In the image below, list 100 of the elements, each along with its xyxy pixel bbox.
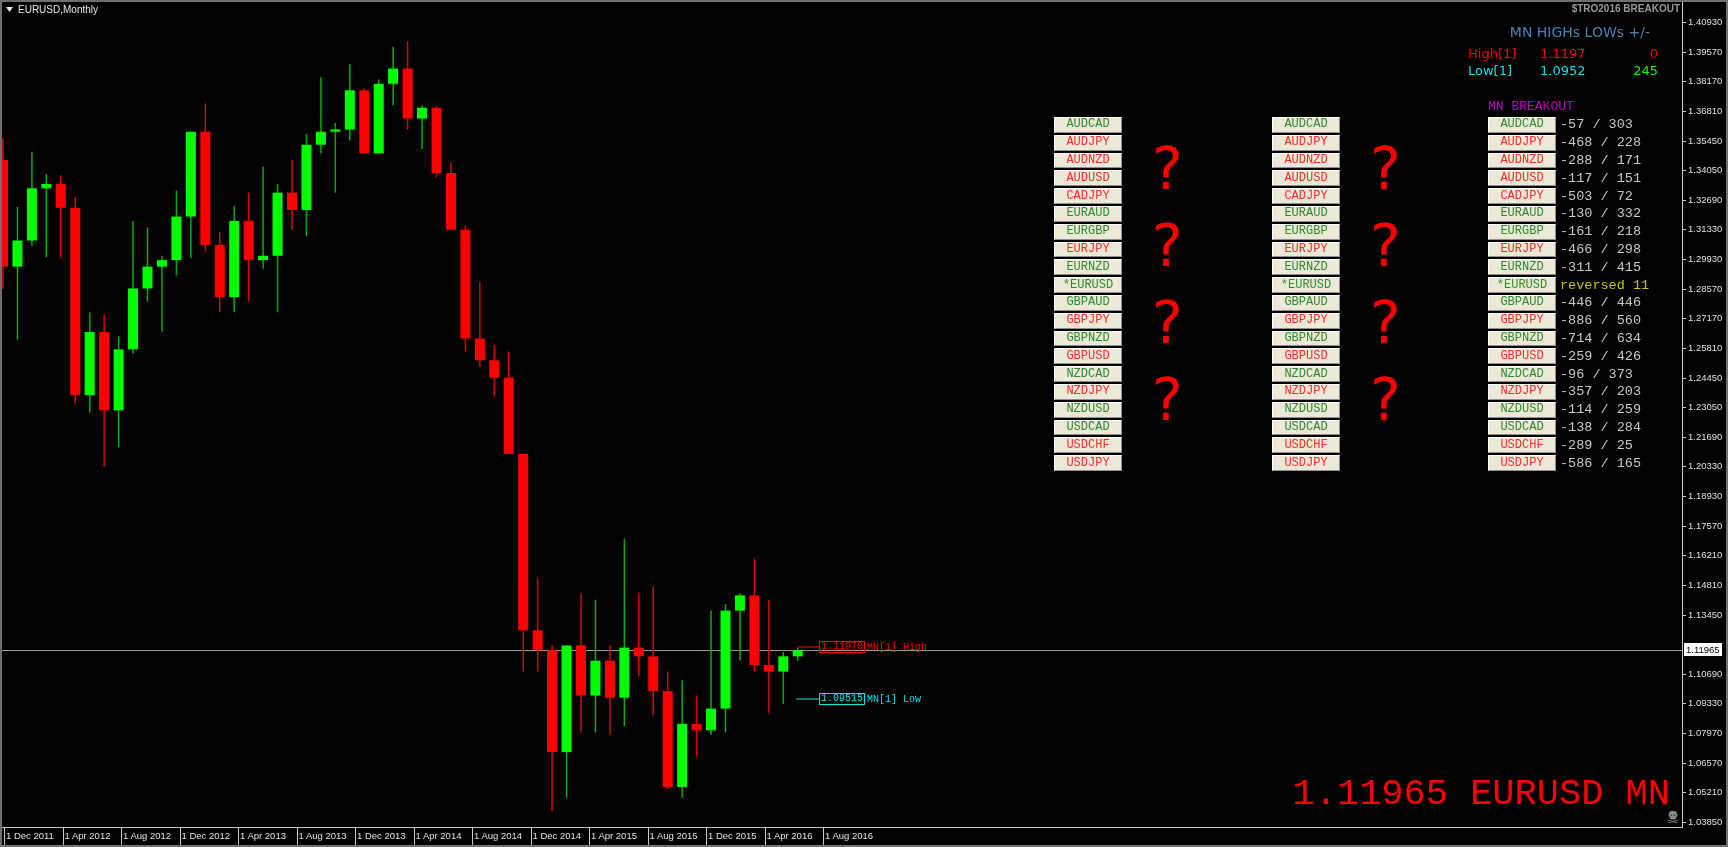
symbol-button[interactable]: NZDCAD [1054, 366, 1122, 382]
price-tick: 1.31330 [1683, 222, 1726, 237]
symbol-button[interactable]: CADJPY [1272, 188, 1340, 204]
level-value: 1.1197 [1540, 46, 1586, 61]
symbol-button[interactable]: USDCHF [1272, 437, 1340, 454]
price-tick: 1.29930 [1683, 252, 1726, 266]
symbol-button[interactable]: NZDCAD [1488, 366, 1556, 382]
symbol-button[interactable]: USDCAD [1488, 419, 1556, 436]
question-mark: ? [1370, 288, 1402, 359]
symbol-button[interactable]: EURJPY [1054, 241, 1122, 258]
breakout-reading: -57 / 303 [1560, 117, 1633, 133]
chart-title: EURUSD,Monthly [18, 4, 99, 15]
symbol-button[interactable]: EURGBP [1272, 223, 1340, 240]
symbol-button[interactable]: GBPAUD [1488, 294, 1556, 311]
symbol-button[interactable]: CADJPY [1488, 188, 1556, 204]
price-tick: 1.23050 [1683, 400, 1726, 415]
symbol-button[interactable]: AUDNZD [1054, 152, 1122, 169]
question-mark: ? [1152, 134, 1184, 205]
symbol-button[interactable]: *EURUSD [1054, 277, 1122, 293]
symbol-button[interactable]: GBPUSD [1054, 348, 1122, 365]
highs-lows-title: MN HIGHs LOWs +/- [1509, 24, 1650, 40]
symbol-button[interactable]: USDCHF [1488, 437, 1556, 454]
symbol-button[interactable]: *EURUSD [1488, 277, 1556, 293]
symbol-button[interactable]: NZDUSD [1488, 401, 1556, 418]
symbol-button[interactable]: AUDJPY [1272, 134, 1340, 151]
symbol-button[interactable]: GBPNZD [1054, 330, 1122, 347]
breakout-reading: -138 / 284 [1560, 419, 1641, 435]
symbol-button[interactable]: AUDCAD [1272, 117, 1340, 133]
symbol-button[interactable]: NZDCAD [1272, 366, 1340, 382]
symbol-button[interactable]: USDJPY [1054, 455, 1122, 471]
symbol-button[interactable]: GBPJPY [1272, 312, 1340, 329]
symbol-button[interactable]: GBPJPY [1054, 312, 1122, 329]
question-mark: ? [1152, 288, 1184, 359]
symbol-button[interactable]: GBPNZD [1488, 330, 1556, 347]
question-mark: ? [1370, 365, 1402, 436]
symbol-button[interactable]: EURNZD [1488, 259, 1556, 276]
symbol-button[interactable]: AUDCAD [1488, 117, 1556, 133]
breakout-reading: -114 / 259 [1560, 402, 1641, 418]
level-difference: 0 [1649, 46, 1658, 61]
skull-icon[interactable] [1668, 811, 1678, 823]
price-tick: 1.38170 [1683, 74, 1726, 89]
symbol-button[interactable]: GBPNZD [1272, 330, 1340, 347]
symbol-button[interactable]: GBPJPY [1488, 312, 1556, 329]
symbol-button[interactable]: AUDUSD [1054, 170, 1122, 187]
symbol-button[interactable]: AUDUSD [1488, 170, 1556, 187]
symbol-button[interactable]: EURNZD [1272, 259, 1340, 276]
symbol-button[interactable]: EURGBP [1488, 223, 1556, 240]
price-tick: 1.20330 [1683, 459, 1726, 474]
symbol-button[interactable]: NZDUSD [1054, 401, 1122, 418]
symbol-button[interactable]: USDCAD [1272, 419, 1340, 436]
symbol-button[interactable]: AUDUSD [1272, 170, 1340, 187]
price-tick: 1.18930 [1683, 489, 1726, 503]
breakout-reading: -117 / 151 [1560, 170, 1641, 186]
candle [445, 161, 456, 231]
price-symbol-text: 1.11965 EURUSD MN [1292, 773, 1670, 815]
symbol-button[interactable]: EURGBP [1054, 223, 1122, 240]
symbol-button[interactable]: GBPUSD [1272, 348, 1340, 365]
symbol-button[interactable]: NZDJPY [1488, 383, 1556, 400]
breakout-reading: -886 / 560 [1560, 313, 1641, 329]
time-tick: 1 Apr 2015 [589, 828, 648, 845]
leader-line [795, 698, 820, 700]
level-label: High[1] [1468, 46, 1517, 61]
breakout-reading: -357 / 203 [1560, 384, 1641, 400]
symbol-button[interactable]: GBPUSD [1488, 348, 1556, 365]
level-label: Low[1] [1468, 63, 1512, 78]
symbol-button[interactable]: AUDNZD [1488, 152, 1556, 169]
price-tick: 1.16210 [1683, 548, 1726, 563]
question-mark: ? [1152, 211, 1184, 282]
price-tick: 1.14810 [1683, 577, 1726, 592]
breakout-reading: -468 / 228 [1560, 135, 1641, 151]
symbol-button[interactable]: NZDJPY [1054, 383, 1122, 400]
symbol-button[interactable]: EURJPY [1488, 241, 1556, 258]
symbol-button[interactable]: *EURUSD [1272, 277, 1340, 293]
symbol-button[interactable]: USDJPY [1272, 455, 1340, 471]
symbol-button[interactable]: NZDJPY [1272, 383, 1340, 400]
symbol-button[interactable]: GBPAUD [1272, 294, 1340, 311]
price-tick: 1.13450 [1683, 607, 1726, 622]
time-tick: 1 Dec 2015 [706, 828, 765, 845]
breakout-reading: -259 / 426 [1560, 348, 1641, 364]
question-mark: ? [1152, 365, 1184, 436]
symbol-button[interactable]: EURAUD [1054, 206, 1122, 222]
symbol-button[interactable]: EURNZD [1054, 259, 1122, 276]
caret-icon[interactable] [6, 7, 13, 12]
level-difference: 245 [1633, 63, 1658, 78]
time-tick: 1 Dec 2012 [179, 828, 238, 845]
symbol-button[interactable]: AUDCAD [1054, 117, 1122, 133]
symbol-button[interactable]: EURAUD [1272, 206, 1340, 222]
symbol-button[interactable]: CADJPY [1054, 188, 1122, 204]
symbol-button[interactable]: EURAUD [1488, 206, 1556, 222]
symbol-button[interactable]: AUDJPY [1054, 134, 1122, 151]
question-mark: ? [1370, 211, 1402, 282]
symbol-button[interactable]: GBPAUD [1054, 294, 1122, 311]
symbol-button[interactable]: AUDNZD [1272, 152, 1340, 169]
time-tick: 1 Aug 2014 [472, 828, 531, 845]
symbol-button[interactable]: USDJPY [1488, 455, 1556, 471]
symbol-button[interactable]: EURJPY [1272, 241, 1340, 258]
symbol-button[interactable]: USDCHF [1054, 437, 1122, 454]
symbol-button[interactable]: USDCAD [1054, 419, 1122, 436]
symbol-button[interactable]: NZDUSD [1272, 401, 1340, 418]
symbol-button[interactable]: AUDJPY [1488, 134, 1556, 151]
